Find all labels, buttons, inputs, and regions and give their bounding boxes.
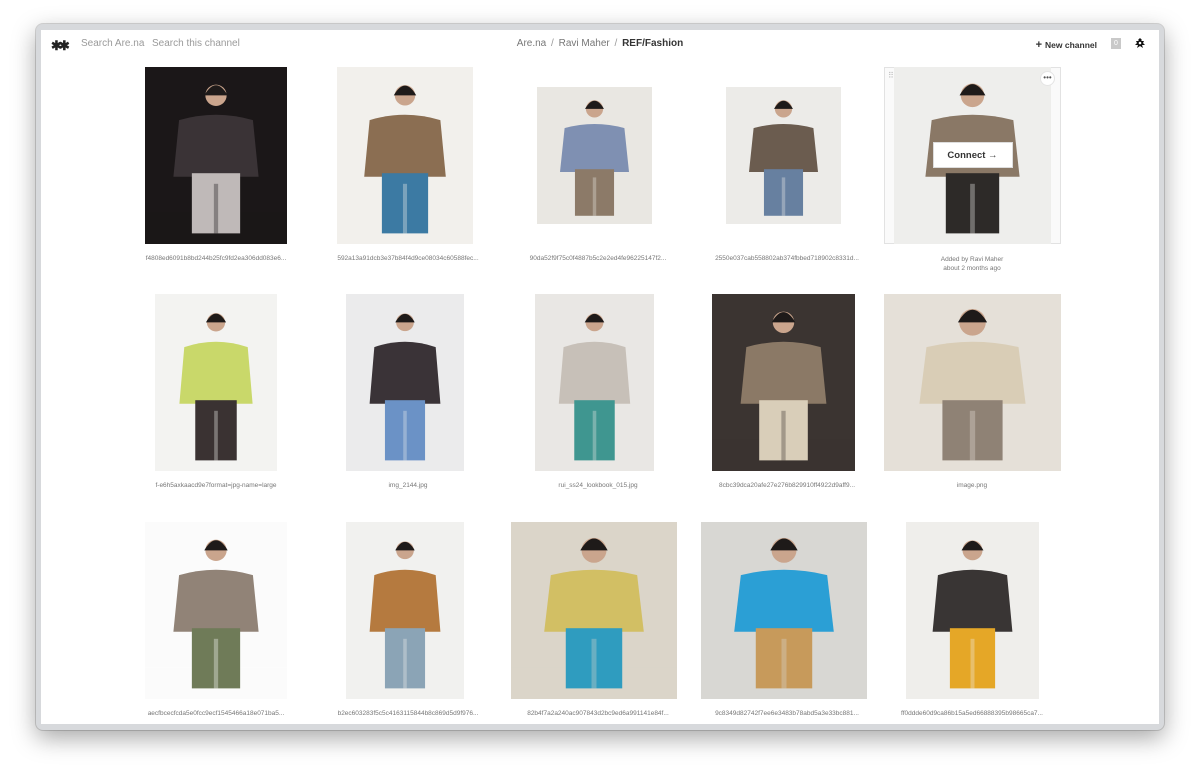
new-channel-button[interactable]: + New channel [1036,39,1097,51]
block-caption[interactable]: f-e6h5axkaacd9e7format=jpg-name=large [126,482,306,489]
block-thumbnail[interactable] [726,87,841,224]
block-caption[interactable]: 592a13a91dcb3e37b84f4d9ce08034c60588fec.… [318,255,498,262]
added-by-text[interactable]: Added by Ravi Maher [882,255,1062,264]
more-options-button[interactable]: ••• [1040,71,1055,86]
block-thumbnail[interactable] [537,87,652,224]
block-thumbnail[interactable] [535,294,654,471]
drag-handle-icon[interactable]: ⠿ [888,71,894,80]
block-thumbnail[interactable] [346,294,464,471]
search-arena-input[interactable] [81,38,151,49]
block-thumbnail[interactable] [145,522,287,699]
arena-logo-icon[interactable]: ✱✱ [51,38,70,54]
browser-window: ✱✱ Are.na / Ravi Maher / REF/Fashion +Ne… [36,24,1164,730]
new-channel-label: New channel [1045,40,1097,50]
block-thumbnail[interactable] [701,522,867,699]
block-thumbnail[interactable] [346,522,464,699]
block-caption[interactable]: b2ec603283f5c5c4163115844b8c869d5d9f976.… [318,710,498,717]
breadcrumb-separator: / [614,38,618,49]
block-added-info: Added by Ravi Maher about 2 months ago [882,255,1062,273]
plus-icon: + [1035,39,1043,51]
breadcrumb-user[interactable]: Ravi Maher [559,38,610,49]
connect-button[interactable]: Connect → [932,142,1013,168]
block-thumbnail[interactable] [884,294,1061,471]
block-thumbnail[interactable] [337,67,473,244]
breadcrumb-separator: / [551,38,554,49]
block-caption[interactable]: img_2144.jpg [318,482,498,489]
block-thumbnail[interactable] [145,67,287,244]
block-thumbnail[interactable] [155,294,277,471]
block-caption[interactable]: 8cbc39dca20afe27e276b829910ff4922d9aff9.… [697,482,877,489]
block-thumbnail[interactable] [906,522,1039,699]
block-caption[interactable]: image.png [882,482,1062,489]
added-time-text: about 2 months ago [943,265,1001,272]
top-bar: ✱✱ Are.na / Ravi Maher / REF/Fashion +Ne… [41,30,1159,60]
block-caption[interactable]: 90da52f9f75c0f4887b5c2e2ed4fe96225147f2.… [508,255,688,262]
block-thumbnail[interactable] [511,522,677,699]
search-channel-input[interactable] [152,38,242,49]
user-avatar-icon[interactable] [1133,37,1147,51]
notification-count-badge[interactable]: 0 [1111,38,1121,49]
breadcrumb-channel[interactable]: REF/Fashion [622,38,683,49]
block-caption[interactable]: 82b4f7a2a240ac907843d2bc9ed6a991141e84f.… [508,710,688,717]
breadcrumb-arena[interactable]: Are.na [517,38,546,49]
block-caption[interactable]: ff0ddde60d9ca86b15a5ed66888395b98665ca7.… [882,710,1062,717]
block-caption[interactable]: 9c8349d82742f7ee6e3483b78abd5a3e33bc881.… [697,710,877,717]
page-viewport: ✱✱ Are.na / Ravi Maher / REF/Fashion +Ne… [41,30,1159,724]
block-caption[interactable]: aecfbcecfcda5e0fcc9ecf1545466a18e071ba5.… [126,710,306,717]
block-caption[interactable]: f4808ed6091b8bd244b25fc9fd2ea306dd083e6.… [126,255,306,262]
block-caption[interactable]: 2550e037cab558802ab374fbbed718902c8331d.… [697,255,877,262]
block-caption[interactable]: rui_ss24_lookbook_015.jpg [508,482,688,489]
block-thumbnail[interactable] [712,294,855,471]
